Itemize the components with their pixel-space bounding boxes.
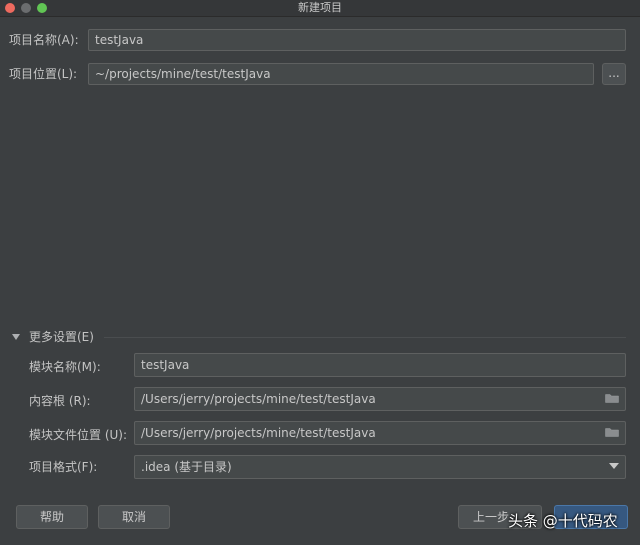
module-file-location-value: /Users/jerry/projects/mine/test/testJava: [141, 426, 376, 440]
help-button[interactable]: 帮助: [16, 505, 88, 529]
project-location-field[interactable]: ~/projects/mine/test/testJava: [88, 63, 594, 85]
window-title: 新建项目: [298, 1, 342, 14]
content-root-value: /Users/jerry/projects/mine/test/testJava: [141, 392, 376, 406]
project-name-field[interactable]: testJava: [88, 29, 626, 51]
folder-icon[interactable]: [605, 427, 619, 437]
module-file-location-field[interactable]: /Users/jerry/projects/mine/test/testJava: [134, 421, 626, 445]
project-name-label: 项目名称(A):: [9, 33, 79, 47]
more-settings-toggle[interactable]: 更多设置(E): [29, 329, 94, 345]
cancel-button[interactable]: 取消: [98, 505, 170, 529]
content-root-field[interactable]: /Users/jerry/projects/mine/test/testJava: [134, 387, 626, 411]
folder-icon[interactable]: [605, 393, 619, 403]
chevron-down-icon: [609, 463, 619, 469]
project-location-value: ~/projects/mine/test/testJava: [95, 67, 271, 81]
title-bar: 新建项目: [0, 0, 640, 17]
module-name-field[interactable]: testJava: [134, 353, 626, 377]
project-format-select[interactable]: .idea (基于目录): [134, 455, 626, 479]
watermark-text: 头条 @十代码农: [508, 512, 618, 530]
browse-location-button[interactable]: ...: [602, 63, 626, 85]
project-location-label: 项目位置(L):: [9, 67, 78, 81]
module-name-value: testJava: [141, 358, 190, 372]
collapse-triangle-icon[interactable]: [12, 334, 20, 340]
content-root-label: 内容根 (R):: [29, 394, 91, 408]
project-format-value: .idea (基于目录): [141, 460, 232, 474]
module-name-label: 模块名称(M):: [29, 360, 101, 374]
project-format-label: 项目格式(F):: [29, 460, 98, 474]
module-file-location-label: 模块文件位置 (U):: [29, 428, 128, 442]
section-divider: [104, 337, 626, 338]
project-name-value: testJava: [95, 33, 144, 47]
